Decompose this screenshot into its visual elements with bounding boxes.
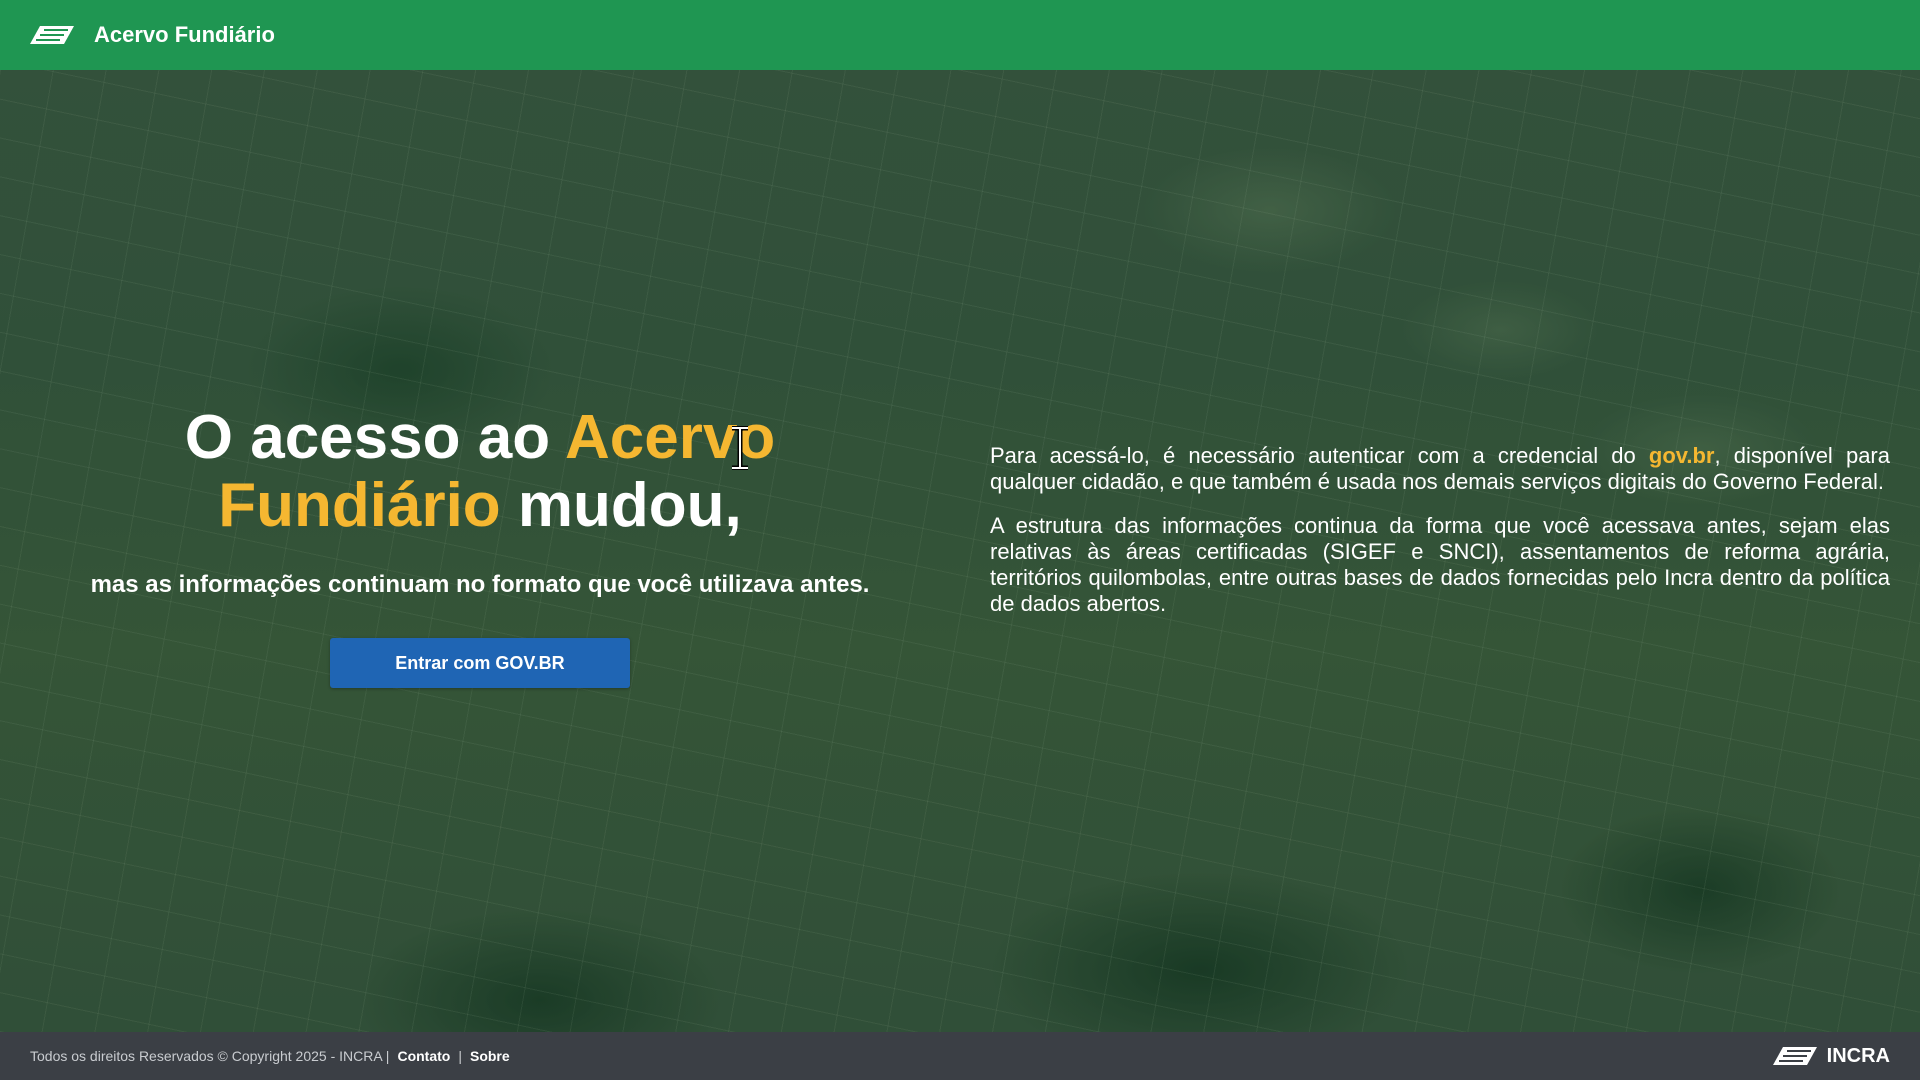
contact-link[interactable]: Contato: [397, 1048, 450, 1064]
page-headline: O acesso ao Acervo Fundiário mudou,: [60, 404, 900, 540]
text-cursor-icon: [732, 426, 748, 470]
footer-brand-name: INCRA: [1826, 1044, 1890, 1067]
login-govbr-button[interactable]: Entrar com GOV.BR: [330, 638, 630, 688]
headline-text: O acesso ao: [184, 403, 565, 472]
info-paragraph-2: A estrutura das informações continua da …: [990, 513, 1890, 616]
footer-separator: |: [458, 1048, 462, 1064]
footer: Todos os direitos Reservados © Copyright…: [0, 1032, 1920, 1080]
headline-text-end: mudou,: [500, 471, 742, 540]
info-text: Para acessá-lo, é necessário autenticar …: [990, 443, 1890, 617]
info-paragraph-1: Para acessá-lo, é necessário autenticar …: [990, 443, 1890, 494]
about-link[interactable]: Sobre: [470, 1048, 510, 1064]
top-bar: Acervo Fundiário: [0, 0, 1920, 70]
page-subtitle: mas as informações continuam no formato …: [90, 571, 870, 598]
footer-brand: INCRA: [1772, 1044, 1890, 1068]
incra-logo-icon: [1772, 1047, 1817, 1065]
copyright-text: Todos os direitos Reservados © Copyright…: [30, 1048, 390, 1064]
incra-logo-icon: [30, 26, 74, 44]
app-title[interactable]: Acervo Fundiário: [94, 22, 275, 48]
govbr-link[interactable]: gov.br: [1649, 443, 1715, 468]
